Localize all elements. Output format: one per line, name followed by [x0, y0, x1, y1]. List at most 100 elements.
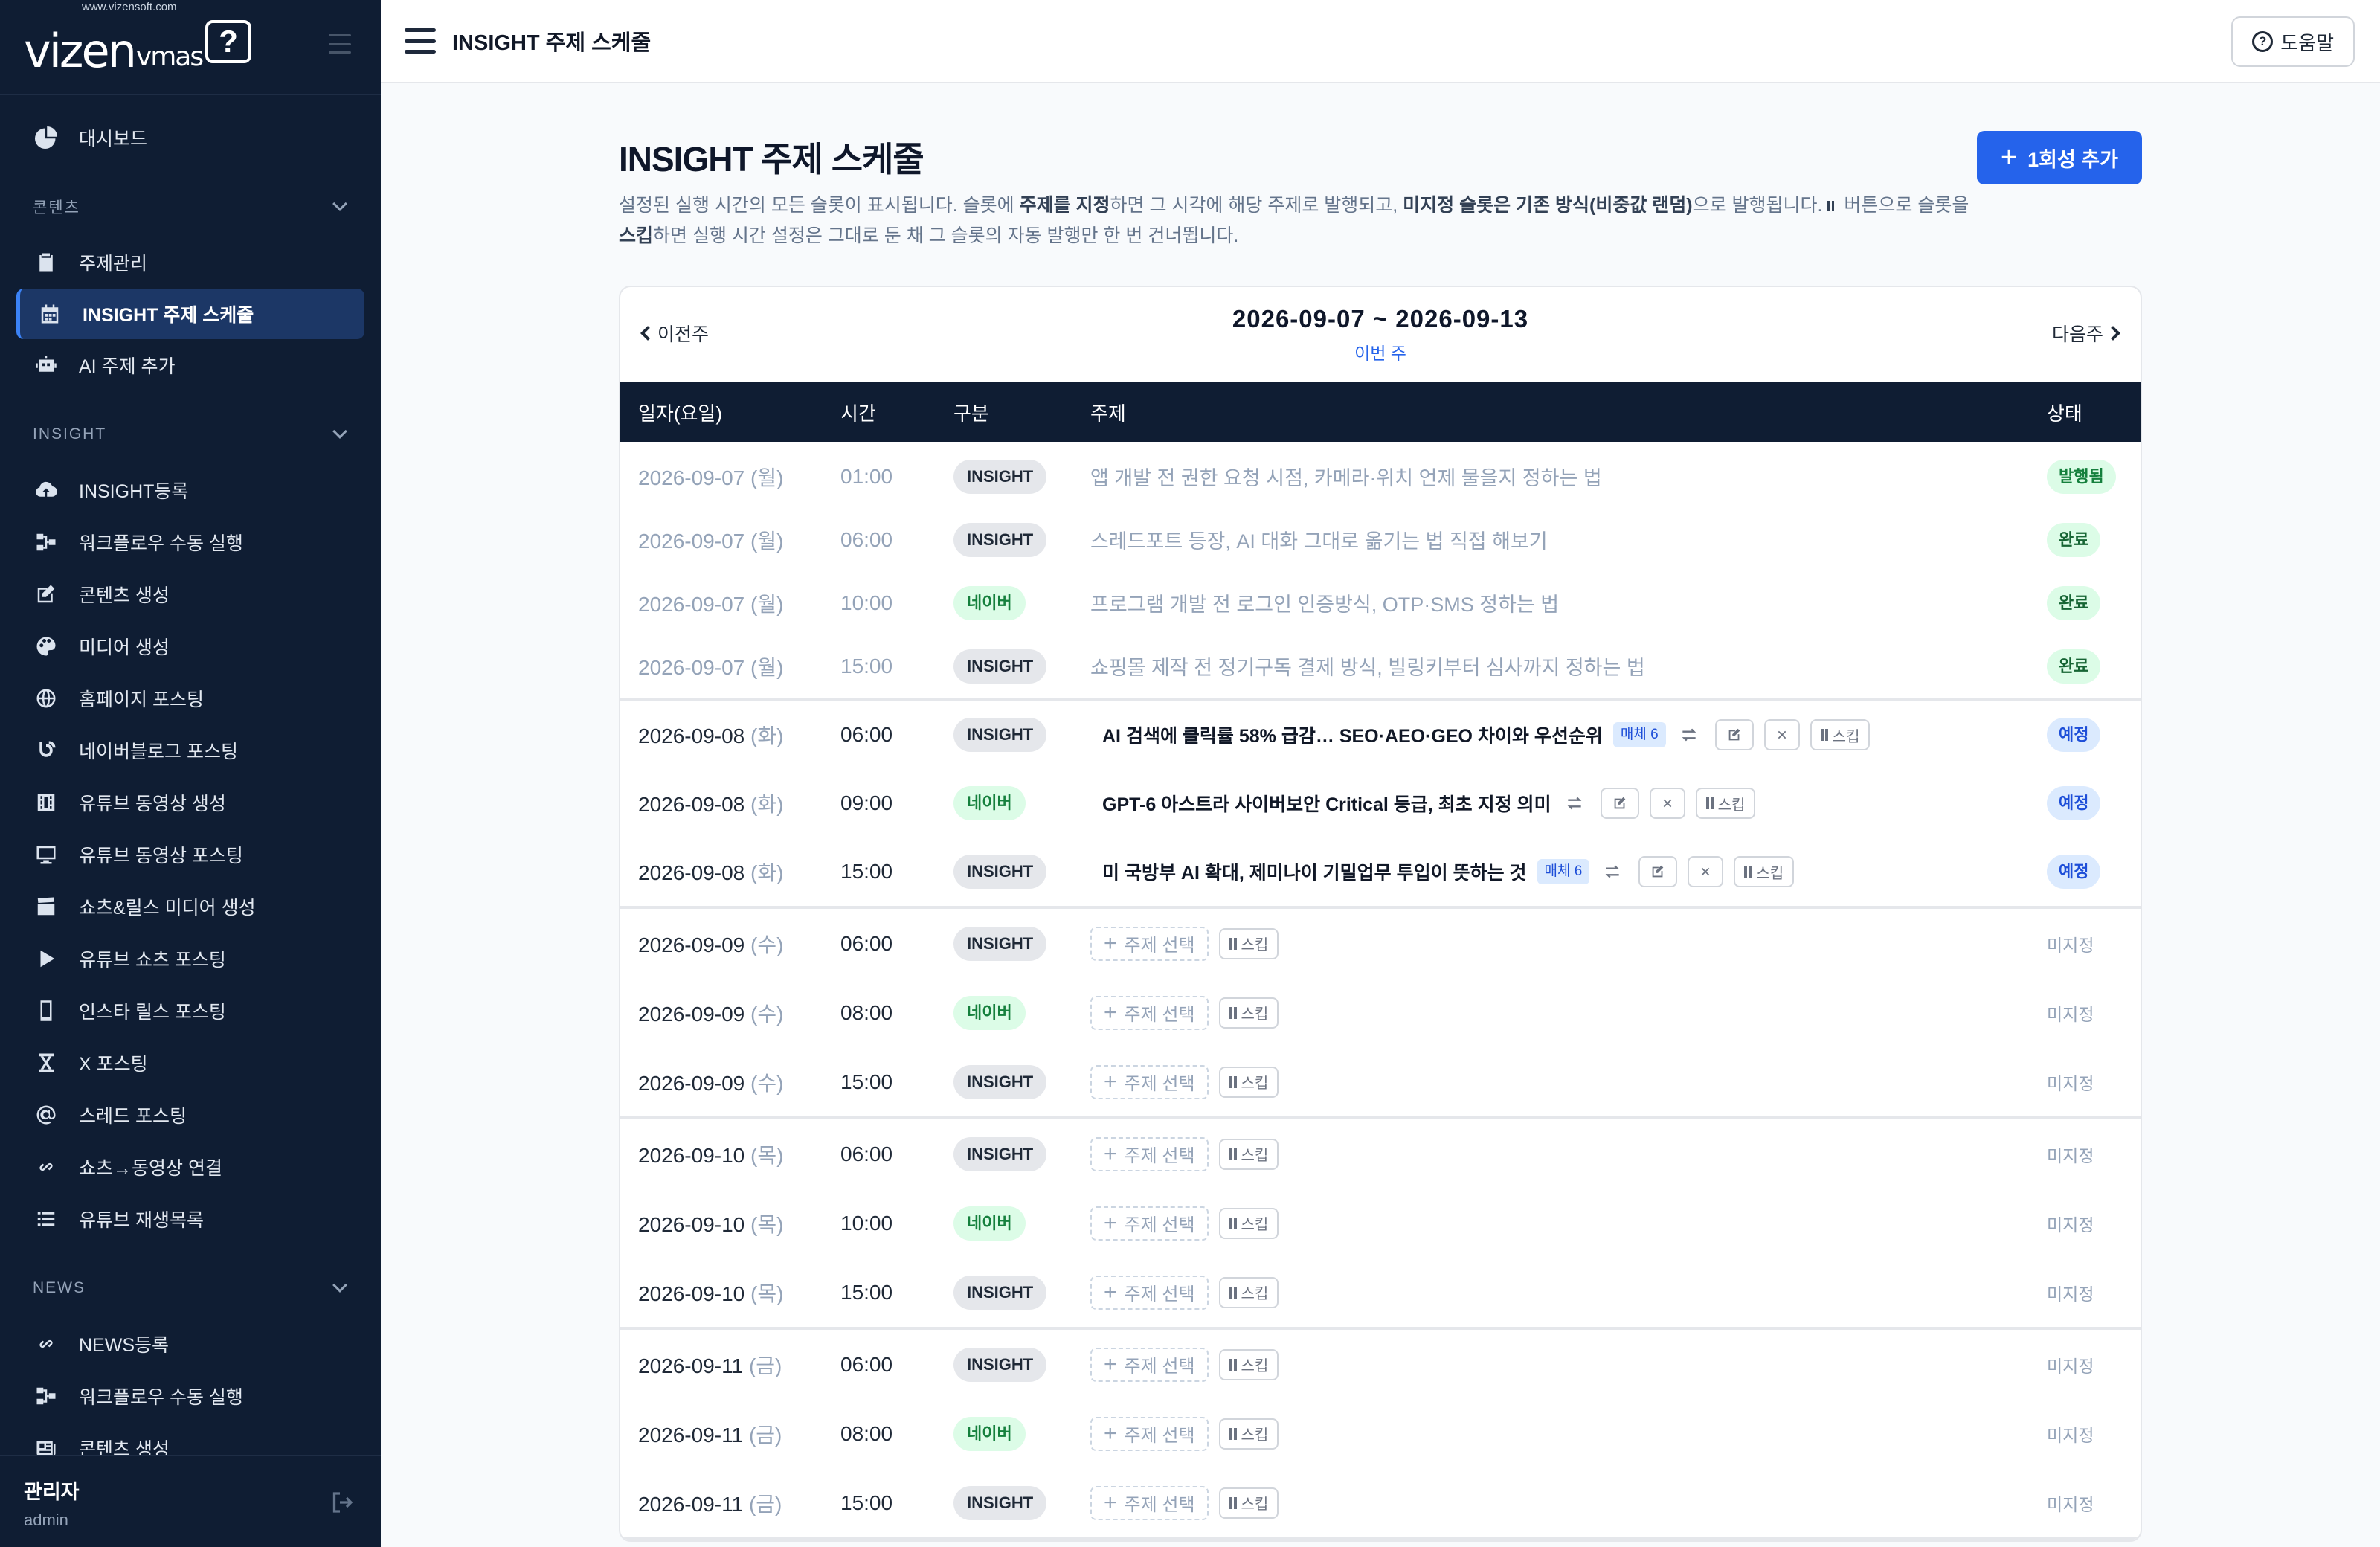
current-week-link[interactable]: 이번 주: [1354, 339, 1406, 364]
sidebar-item[interactable]: 미디어 생성: [0, 620, 381, 672]
sidebar-item[interactable]: INSIGHT등록: [0, 464, 381, 516]
sidebar-item[interactable]: 콘텐츠 생성: [0, 568, 381, 620]
type-cell: 네이버: [953, 585, 1090, 620]
date-text: 2026-09-11: [638, 1354, 744, 1377]
sidebar-item[interactable]: 인스타 릴스 포스팅: [0, 985, 381, 1037]
sidebar-item[interactable]: AI 주제 추가: [0, 339, 381, 391]
skip-button[interactable]: 스킵: [1218, 1207, 1279, 1239]
topic-assigned: 미 국방부 AI 확대, 제미나이 기밀업무 투입이 뜻하는 것 매체 6 스킵: [1090, 856, 2047, 887]
swap-icon[interactable]: [1562, 792, 1587, 814]
sidebar-item[interactable]: 네이버블로그 포스팅: [0, 724, 381, 776]
skip-button[interactable]: 스킵: [1810, 719, 1871, 750]
skip-button[interactable]: 스킵: [1218, 1348, 1279, 1380]
logo[interactable]: www.vizensoft.com vizen vmas ?: [24, 1, 252, 74]
topbar: INSIGHT 주제 스케줄 ? 도움말: [381, 0, 2380, 83]
remove-topic-button[interactable]: [1688, 856, 1724, 887]
sidebar-item[interactable]: 스레드 포스팅: [0, 1089, 381, 1141]
skip-button[interactable]: 스킵: [1218, 927, 1279, 959]
logout-icon[interactable]: [327, 1489, 357, 1516]
menu-icon[interactable]: [405, 28, 436, 54]
pick-topic-button[interactable]: + 주제 선택: [1090, 1206, 1209, 1241]
date-text: 2026-09-11: [638, 1423, 744, 1447]
status-cell: 미지정: [2047, 1280, 2141, 1305]
add-one-time-button[interactable]: + 1회성 추가: [1976, 131, 2142, 184]
sidebar-section-header[interactable]: NEWS: [0, 1258, 381, 1318]
sidebar-item[interactable]: 쇼츠→동영상 연결: [0, 1141, 381, 1193]
sidebar-item[interactable]: 유튜브 쇼츠 포스팅: [0, 933, 381, 985]
sidebar-item[interactable]: 유튜브 재생목록: [0, 1193, 381, 1245]
sidebar-item[interactable]: NEWS등록: [0, 1318, 381, 1370]
date-cell: 2026-09-10 (목): [620, 1139, 840, 1169]
type-badge: INSIGHT: [953, 1485, 1047, 1520]
skip-button[interactable]: 스킵: [1218, 1418, 1279, 1450]
sidebar-section-header[interactable]: INSIGHT: [0, 405, 381, 464]
topic-cell: + 주제 선택 스킵: [1090, 1416, 2047, 1451]
weekday-text: (목): [750, 1212, 784, 1236]
edit-topic-button[interactable]: [1714, 719, 1754, 750]
sidebar-item[interactable]: 유튜브 동영상 포스팅: [0, 829, 381, 881]
pick-topic-button[interactable]: + 주제 선택: [1090, 1064, 1209, 1099]
topic-cell: AI 검색에 클릭률 58% 급감… SEO·AEO·GEO 차이와 우선순위 매…: [1090, 719, 2047, 750]
edit-topic-button[interactable]: [1638, 856, 1678, 887]
table-row: 2026-09-07 (월) 06:00 INSIGHT 스레드포트 등장, AI 대…: [620, 508, 2141, 571]
sidebar-item-label: 인스타 릴스 포스팅: [79, 1002, 226, 1023]
skip-button[interactable]: 스킵: [1218, 1276, 1279, 1308]
pick-topic-button[interactable]: + 주제 선택: [1090, 1485, 1209, 1520]
skip-button[interactable]: 스킵: [1695, 788, 1756, 819]
time-cell: 15:00: [840, 654, 893, 678]
status-cell: 미지정: [2047, 1000, 2141, 1026]
remove-topic-button[interactable]: [1763, 719, 1800, 750]
pause-icon: [1229, 1427, 1237, 1440]
swap-icon[interactable]: [1676, 724, 1702, 746]
remove-topic-button[interactable]: [1649, 788, 1685, 819]
prev-week-button[interactable]: 이전주: [640, 320, 709, 347]
type-cell: INSIGHT: [953, 1347, 1090, 1382]
plus-icon: +: [1104, 1490, 1117, 1515]
chevron-down-icon: [332, 196, 347, 211]
swap-icon[interactable]: [1600, 861, 1625, 883]
skip-button[interactable]: 스킵: [1218, 1066, 1279, 1098]
sidebar-item-label: 유튜브 동영상 포스팅: [79, 846, 243, 866]
main-content: INSIGHT 주제 스케줄 설정된 실행 시간의 모든 슬롯이 표시됩니다. …: [619, 83, 2142, 1542]
sidebar-item[interactable]: 워크플로우 수동 실행: [0, 1370, 381, 1422]
pick-topic-button[interactable]: + 주제 선택: [1090, 1275, 1209, 1310]
help-button[interactable]: ? 도움말: [2231, 16, 2355, 67]
sidebar-collapse-icon[interactable]: [329, 34, 351, 54]
pick-topic-button[interactable]: + 주제 선택: [1090, 1347, 1209, 1382]
date-cell: 2026-09-07 (월): [620, 652, 840, 681]
skip-button[interactable]: 스킵: [1734, 856, 1795, 887]
status-text: 미지정: [2047, 1284, 2094, 1304]
time-cell: 06:00: [840, 527, 893, 551]
sidebar-item[interactable]: 워크플로우 수동 실행: [0, 516, 381, 568]
pick-topic-button[interactable]: + 주제 선택: [1090, 1416, 1209, 1451]
edit-topic-button[interactable]: [1600, 788, 1639, 819]
sidebar-item-label: NEWS등록: [79, 1335, 170, 1356]
type-cell: 네이버: [953, 995, 1090, 1030]
topic-cell: + 주제 선택 스킵: [1090, 1485, 2047, 1520]
close-icon: [1699, 866, 1711, 878]
sidebar-item[interactable]: 대시보드: [0, 112, 381, 164]
help-label: 도움말: [2280, 31, 2334, 54]
pick-topic-button[interactable]: + 주제 선택: [1090, 926, 1209, 961]
pick-topic-button[interactable]: + 주제 선택: [1090, 1136, 1209, 1171]
type-cell: INSIGHT: [953, 926, 1090, 961]
time-cell: 15:00: [840, 860, 893, 883]
topic-text: 프로그램 개발 전 로그인 인증방식, OTP·SMS 정하는 법: [1090, 594, 1560, 616]
sidebar-item[interactable]: X 포스팅: [0, 1037, 381, 1089]
pick-topic-button[interactable]: + 주제 선택: [1090, 995, 1209, 1030]
skip-button[interactable]: 스킵: [1218, 997, 1279, 1029]
weekday-text: (월): [750, 529, 784, 553]
sidebar-item[interactable]: 홈페이지 포스팅: [0, 672, 381, 724]
weekday-text: (수): [750, 933, 784, 956]
next-week-button[interactable]: 다음주: [2052, 320, 2120, 347]
page-description: 설정된 실행 시간의 모든 슬롯이 표시됩니다. 슬롯에 주제를 지정하면 그 …: [619, 195, 1969, 246]
skip-button[interactable]: 스킵: [1218, 1138, 1279, 1170]
sidebar-item[interactable]: INSIGHT 주제 스케줄: [16, 289, 364, 339]
sidebar-item[interactable]: 유튜브 동영상 생성: [0, 776, 381, 829]
skip-button[interactable]: 스킵: [1218, 1487, 1279, 1519]
sidebar-item[interactable]: 주제관리: [0, 237, 381, 289]
sidebar-section-header[interactable]: 콘텐츠: [0, 177, 381, 237]
status-badge: 예정: [2047, 786, 2101, 820]
sidebar-item[interactable]: 쇼츠&릴스 미디어 생성: [0, 881, 381, 933]
date-cell: 2026-09-11 (금): [620, 1488, 840, 1518]
